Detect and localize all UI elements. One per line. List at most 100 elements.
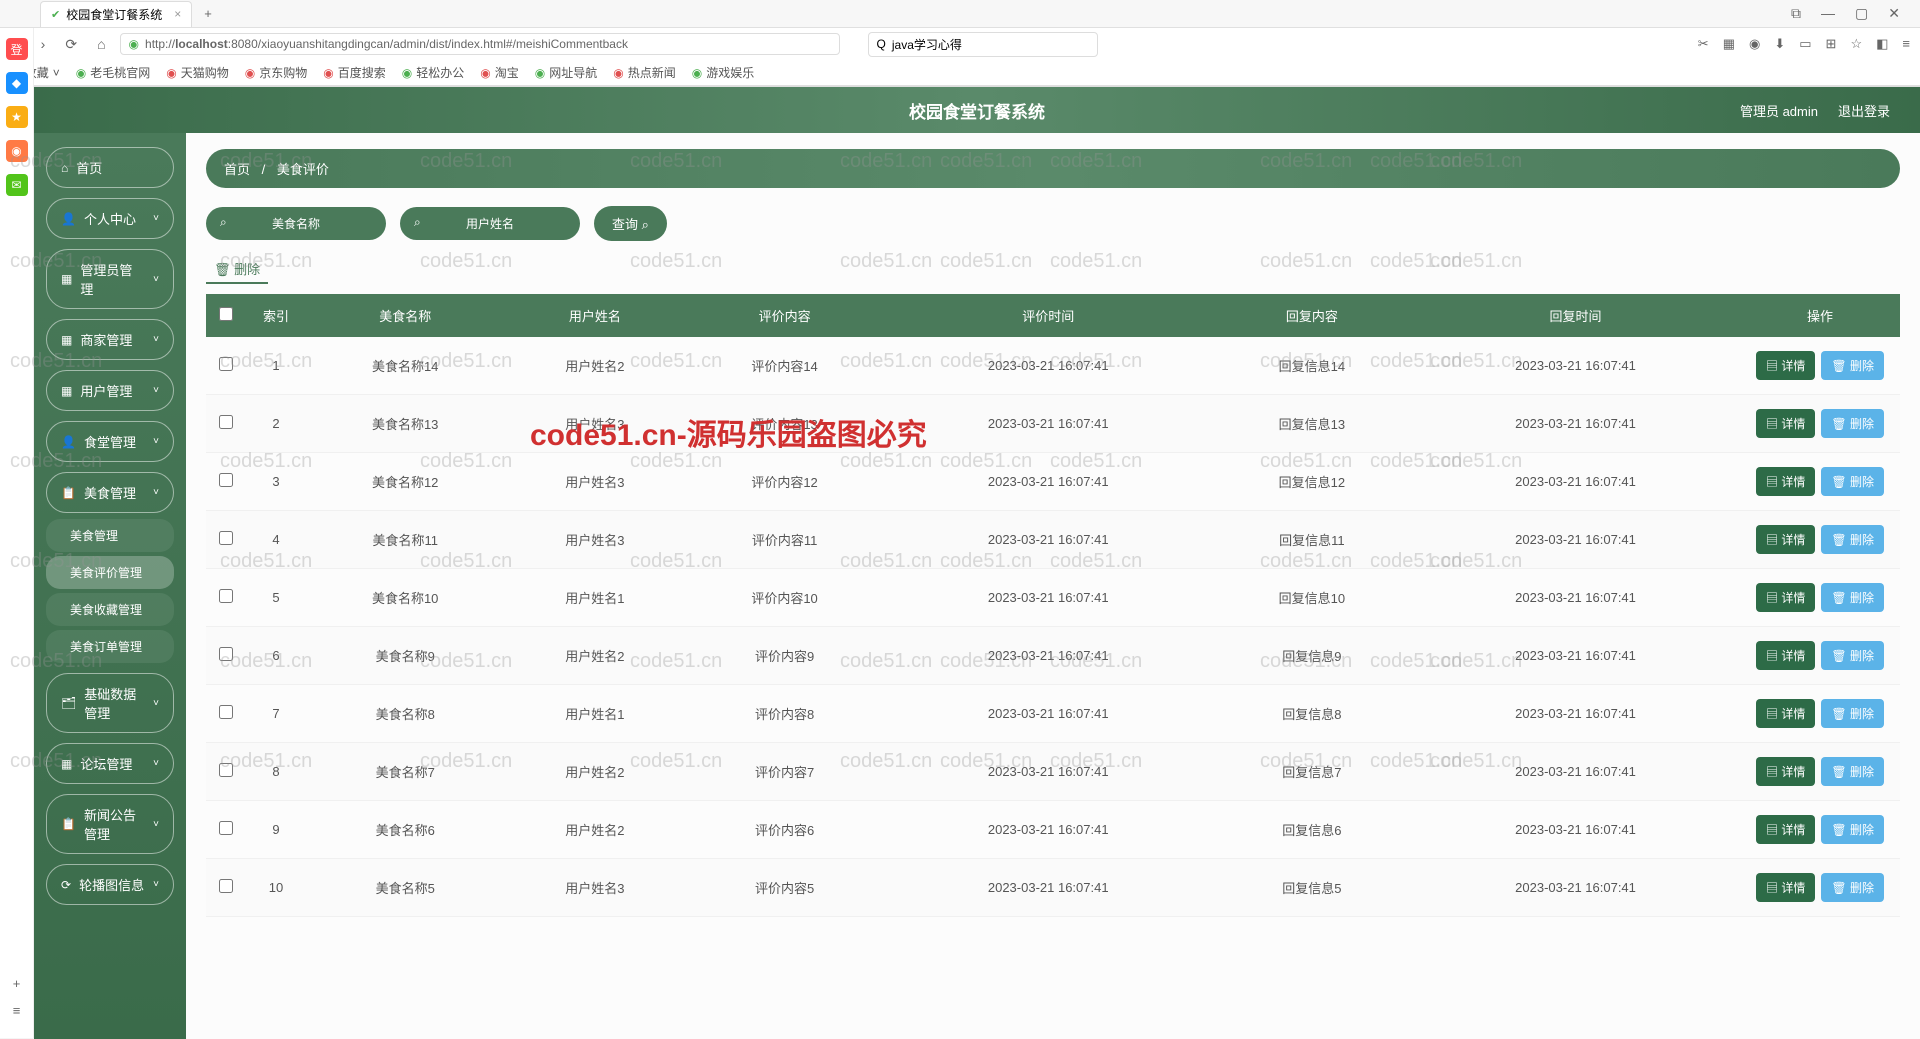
launcher-icon[interactable]: ✉: [6, 174, 28, 196]
user-name-input[interactable]: 用户姓名: [400, 207, 580, 240]
globe-icon: ◉: [323, 66, 333, 80]
breadcrumb: 首页 / 美食评价: [206, 149, 1900, 188]
delete-button[interactable]: 🗑 删除: [1821, 757, 1884, 786]
list-icon[interactable]: ≡: [13, 1003, 21, 1018]
add-icon[interactable]: +: [13, 976, 21, 991]
skin-icon[interactable]: ◧: [1876, 36, 1888, 52]
detail-button[interactable]: ▤ 详情: [1756, 699, 1815, 728]
sidebar-item[interactable]: ▦管理员管理˅: [46, 249, 174, 309]
grid-icon[interactable]: ⊞: [1826, 36, 1837, 52]
download-icon[interactable]: ⬇: [1774, 36, 1785, 52]
close-icon[interactable]: ×: [174, 7, 181, 21]
star-icon[interactable]: ☆: [1850, 36, 1862, 52]
menu-icon[interactable]: ≡: [1902, 36, 1910, 52]
bookmark-item[interactable]: ◉轻松办公: [402, 64, 465, 81]
query-button[interactable]: 查询 ⌕: [594, 206, 667, 241]
row-checkbox[interactable]: [219, 589, 233, 603]
browser-search-input[interactable]: Q java学习心得: [868, 32, 1098, 57]
main-layout: ⌂ 首页 👤个人中心˅ ▦管理员管理˅ ▦商家管理˅ ▦用户管理˅ 👤食堂管理˅ 📋美食管…: [34, 133, 1920, 1039]
launcher-icon[interactable]: ◆: [6, 72, 28, 94]
detail-button[interactable]: ▤ 详情: [1756, 815, 1815, 844]
forward-icon[interactable]: ›: [35, 32, 52, 56]
home-icon[interactable]: ⌂: [91, 32, 111, 56]
bookmark-item[interactable]: ◉热点新闻: [613, 64, 676, 81]
bookmark-item[interactable]: ◉京东购物: [245, 64, 308, 81]
pip-icon[interactable]: ▭: [1799, 36, 1811, 52]
submenu-item[interactable]: 美食订单管理: [46, 630, 174, 663]
delete-button[interactable]: 🗑 删除: [1821, 351, 1884, 380]
delete-button[interactable]: 🗑 删除: [1821, 409, 1884, 438]
row-checkbox[interactable]: [219, 415, 233, 429]
browser-tab[interactable]: ✔ 校园食堂订餐系统 ×: [40, 1, 192, 27]
sidebar-item[interactable]: ⟳轮播图信息˅: [46, 864, 174, 905]
cell-action: ▤ 详情🗑 删除: [1740, 801, 1900, 859]
batch-delete-button[interactable]: 🗑 删除: [206, 255, 268, 284]
sidebar-item[interactable]: ▦论坛管理˅: [46, 743, 174, 784]
bookmark-item[interactable]: ◉天猫购物: [166, 64, 229, 81]
url-input[interactable]: ◉ http://localhost:8080/xiaoyuanshitangd…: [120, 33, 840, 55]
delete-button[interactable]: 🗑 删除: [1821, 525, 1884, 554]
detail-button[interactable]: ▤ 详情: [1756, 525, 1815, 554]
bookmark-item[interactable]: ◉游戏娱乐: [692, 64, 755, 81]
submenu-item[interactable]: 美食管理: [46, 519, 174, 552]
delete-button[interactable]: 🗑 删除: [1821, 641, 1884, 670]
app-menu-icon[interactable]: ⧉: [1791, 5, 1801, 22]
breadcrumb-home[interactable]: 首页: [224, 162, 250, 177]
minimize-icon[interactable]: —: [1821, 5, 1835, 22]
sidebar-item[interactable]: 📋新闻公告管理˅: [46, 794, 174, 854]
bookmark-item[interactable]: ◉百度搜索: [323, 64, 386, 81]
detail-button[interactable]: ▤ 详情: [1756, 873, 1815, 902]
th-content: 评价内容: [685, 294, 883, 337]
select-all-checkbox[interactable]: [219, 307, 233, 321]
sidebar-item[interactable]: ▦商家管理˅: [46, 319, 174, 360]
delete-button[interactable]: 🗑 删除: [1821, 815, 1884, 844]
delete-button[interactable]: 🗑 删除: [1821, 583, 1884, 612]
detail-button[interactable]: ▤ 详情: [1756, 351, 1815, 380]
detail-button[interactable]: ▤ 详情: [1756, 409, 1815, 438]
sidebar-item[interactable]: 🗂基础数据管理˅: [46, 673, 174, 733]
delete-button[interactable]: 🗑 删除: [1821, 467, 1884, 496]
row-checkbox[interactable]: [219, 763, 233, 777]
wallet-icon[interactable]: ◉: [1749, 36, 1760, 52]
bookmark-item[interactable]: ◉淘宝: [480, 64, 519, 81]
sidebar-item[interactable]: ▦用户管理˅: [46, 370, 174, 411]
row-checkbox[interactable]: [219, 821, 233, 835]
shield-icon: ◉: [129, 37, 139, 51]
detail-button[interactable]: ▤ 详情: [1756, 641, 1815, 670]
detail-button[interactable]: ▤ 详情: [1756, 757, 1815, 786]
sidebar-home[interactable]: ⌂ 首页: [46, 147, 174, 188]
cell-rtime: 2023-03-21 16:07:41: [1411, 859, 1740, 917]
row-checkbox[interactable]: [219, 705, 233, 719]
maximize-icon[interactable]: ▢: [1855, 5, 1868, 22]
bookmark-item[interactable]: ◉老毛桃官网: [76, 64, 151, 81]
reload-icon[interactable]: ⟳: [59, 32, 83, 57]
row-checkbox[interactable]: [219, 473, 233, 487]
row-checkbox[interactable]: [219, 357, 233, 371]
detail-button[interactable]: ▤ 详情: [1756, 583, 1815, 612]
delete-button[interactable]: 🗑 删除: [1821, 699, 1884, 728]
row-checkbox[interactable]: [219, 879, 233, 893]
browser-chrome: ✔ 校园食堂订餐系统 × + ⧉ — ▢ ✕ ‹ › ⟳ ⌂ ◉ http://…: [0, 0, 1920, 87]
translate-icon[interactable]: ▦: [1723, 36, 1735, 52]
cell-reply: 回复信息9: [1213, 627, 1411, 685]
food-name-input[interactable]: 美食名称: [206, 207, 386, 240]
launcher-icon[interactable]: ★: [6, 106, 28, 128]
new-tab-button[interactable]: +: [196, 2, 220, 25]
chevron-down-icon: ˅: [153, 334, 159, 345]
cell-index: 4: [246, 511, 306, 569]
sidebar-item[interactable]: 👤个人中心˅: [46, 198, 174, 239]
bookmark-item[interactable]: ◉网址导航: [535, 64, 598, 81]
sidebar-item[interactable]: 📋美食管理˅: [46, 472, 174, 513]
row-checkbox[interactable]: [219, 531, 233, 545]
scissors-icon[interactable]: ✂: [1698, 36, 1709, 52]
row-checkbox[interactable]: [219, 647, 233, 661]
detail-button[interactable]: ▤ 详情: [1756, 467, 1815, 496]
launcher-icon[interactable]: ◉: [6, 140, 28, 162]
submenu-item[interactable]: 美食评价管理: [46, 556, 174, 589]
delete-button[interactable]: 🗑 删除: [1821, 873, 1884, 902]
sidebar-item[interactable]: 👤食堂管理˅: [46, 421, 174, 462]
close-window-icon[interactable]: ✕: [1888, 5, 1900, 22]
logout-button[interactable]: 退出登录: [1838, 101, 1890, 120]
submenu-item[interactable]: 美食收藏管理: [46, 593, 174, 626]
launcher-icon[interactable]: 登: [6, 38, 28, 60]
